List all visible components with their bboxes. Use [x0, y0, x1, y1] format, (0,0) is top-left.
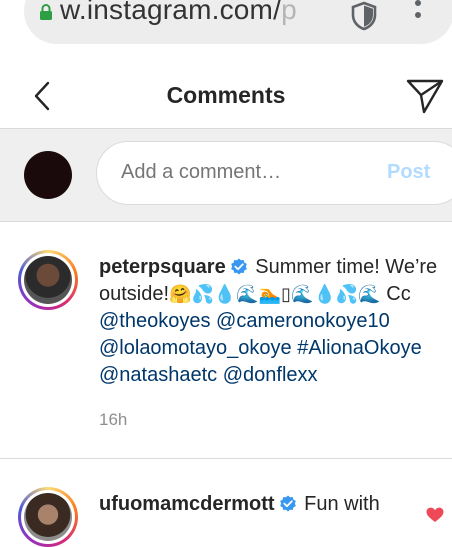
verified-badge-icon — [230, 258, 247, 275]
comment-username[interactable]: peterpsquare — [99, 256, 226, 278]
kebab-menu-icon[interactable] — [408, 0, 428, 30]
page-title: Comments — [166, 82, 286, 108]
mention-link[interactable]: @theokoyes — [99, 310, 210, 332]
url-main: w.instagram.com/ — [60, 0, 282, 25]
avatar — [24, 151, 72, 199]
comment-input[interactable] — [121, 161, 371, 184]
heart-icon[interactable] — [426, 507, 444, 523]
mention-link[interactable]: @natashaetc — [99, 364, 217, 386]
browser-toolbar: w.instagram.com/p — [0, 0, 452, 64]
comment-message: Fun with — [304, 493, 380, 515]
mention-link[interactable]: @donflexx — [223, 364, 318, 386]
comment-item: peterpsquare Summer time! We’re outside!… — [0, 222, 452, 459]
cc-label: Cc — [386, 283, 411, 305]
comment-composer: Post — [0, 129, 452, 222]
hashtag-link[interactable]: #AlionaOkoye — [297, 337, 422, 359]
comment-box[interactable]: Post — [96, 141, 452, 205]
comment-timestamp: 16h — [99, 410, 128, 429]
mention-link[interactable]: @cameronokoye10 — [216, 310, 390, 332]
avatar-photo — [24, 256, 72, 304]
comment-username[interactable]: ufuomamcdermott — [99, 493, 275, 515]
mention-link[interactable]: @lolaomotayo_okoye — [99, 337, 292, 359]
url-text[interactable]: w.instagram.com/p — [60, 0, 297, 26]
comment-emojis: 🤗💦💧🌊🏊▯🌊💧💦🌊 — [169, 284, 381, 305]
paper-plane-icon[interactable] — [404, 76, 446, 116]
avatar[interactable] — [18, 487, 78, 547]
lock-icon — [40, 4, 52, 20]
avatar[interactable] — [18, 250, 78, 310]
url-faded: p — [281, 0, 297, 25]
shield-icon[interactable] — [348, 0, 380, 32]
comments-header: Comments — [0, 64, 452, 129]
verified-badge-icon — [279, 495, 296, 512]
comment-text: peterpsquare Summer time! We’re outside!… — [99, 254, 449, 389]
avatar-photo — [24, 493, 72, 541]
comment-item: ufuomamcdermott Fun with — [0, 459, 452, 547]
comment-text: ufuomamcdermott Fun with — [99, 491, 449, 518]
post-button[interactable]: Post — [387, 161, 430, 184]
